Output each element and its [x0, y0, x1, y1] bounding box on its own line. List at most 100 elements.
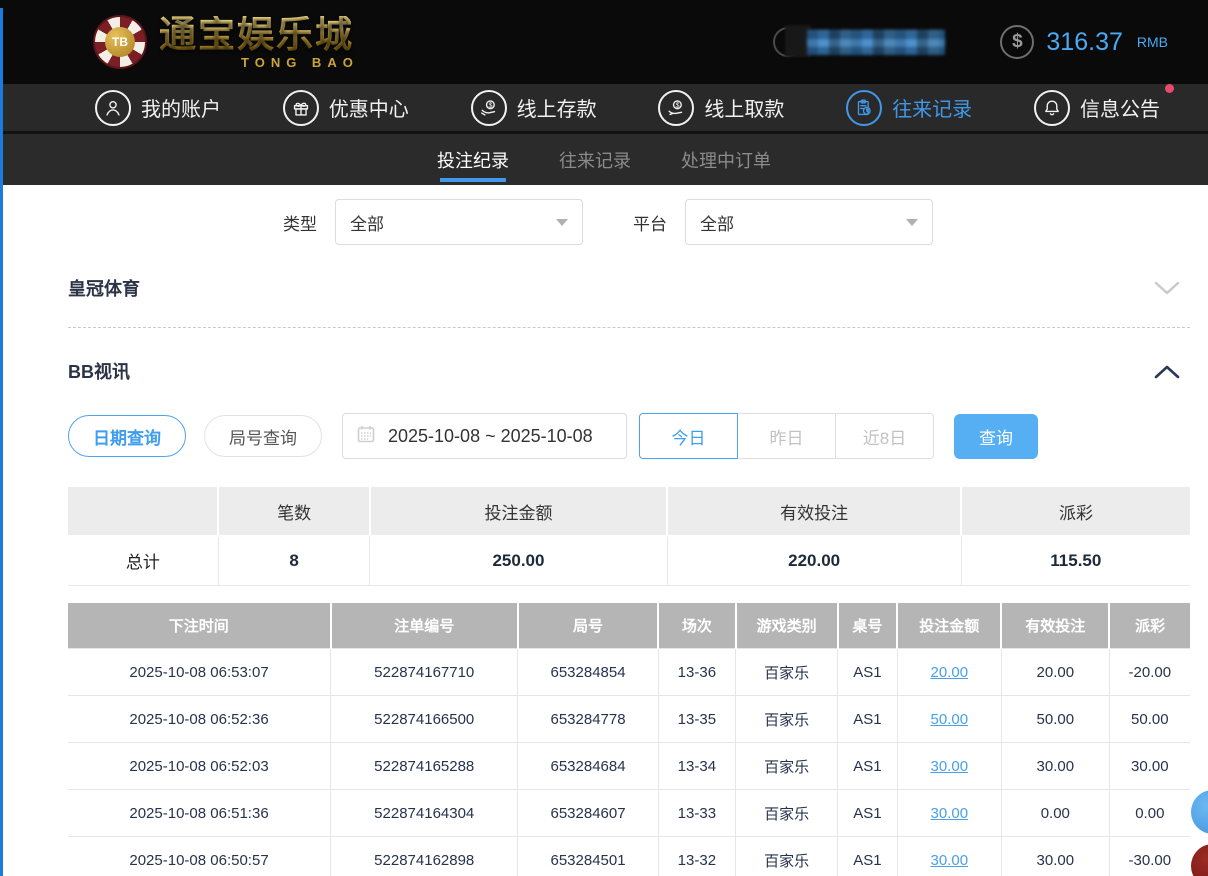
round-query-toggle[interactable]: 局号查询 [204, 415, 322, 457]
game-type-cell: 百家乐 [736, 649, 838, 696]
nav-label: 往来记录 [892, 93, 972, 122]
game-type-cell: 百家乐 [736, 696, 838, 743]
type-filter-label: 类型 [283, 210, 317, 235]
button-label: 今日 [672, 424, 706, 449]
wallet-balance: $ 316.37 RMB [1000, 25, 1168, 59]
records-icon [846, 90, 882, 126]
valid-bet-cell: 30.00 [1001, 743, 1109, 790]
col-bet-id: 注单编号 [331, 603, 518, 649]
balance-currency: RMB [1137, 34, 1168, 50]
subtab-label: 投注纪录 [437, 147, 509, 173]
col-table-no: 桌号 [838, 603, 897, 649]
dollar-icon: $ [1000, 25, 1034, 59]
round-cell: 653284501 [518, 837, 658, 876]
main-navigation: 我的账户 优惠中心 $ 线上存款 $ 线上取款 往来记录 信息公告 [0, 84, 1208, 134]
nav-announcements[interactable]: 信息公告 [1034, 90, 1160, 126]
bet-id-cell: 522874164304 [331, 790, 518, 837]
bet-time-cell: 2025-10-08 06:50:57 [68, 837, 331, 876]
round-cell: 653284684 [518, 743, 658, 790]
user-icon [95, 90, 131, 126]
section-divider [68, 327, 1190, 328]
button-label: 昨日 [770, 424, 804, 449]
table-header-row: 下注时间 注单编号 局号 场次 游戏类别 桌号 投注金额 有效投注 派彩 [68, 603, 1190, 649]
chip-badge: TB [105, 27, 135, 57]
balance-amount: 316.37 [1046, 28, 1122, 57]
valid-bet-cell: 20.00 [1001, 649, 1109, 696]
type-select[interactable]: 全部 [335, 199, 583, 245]
bet-amount-link[interactable]: 50.00 [931, 711, 969, 728]
pill-label: 局号查询 [229, 424, 297, 449]
table-row: 2025-10-08 06:53:07 522874167710 6532848… [68, 649, 1190, 696]
summary-valid-value: 220.00 [667, 536, 961, 585]
round-cell: 653284778 [518, 696, 658, 743]
yesterday-button[interactable]: 昨日 [737, 413, 836, 459]
summary-header-blank [68, 487, 218, 536]
brand-logo[interactable]: TB 通宝娱乐城 TONG BAO [93, 15, 359, 69]
session-cell: 13-35 [658, 696, 735, 743]
table-no-cell: AS1 [838, 743, 897, 790]
summary-header-valid: 有效投注 [667, 487, 961, 536]
bet-amount-link[interactable]: 20.00 [931, 664, 969, 681]
nav-promotions[interactable]: 优惠中心 [283, 90, 409, 126]
calendar-icon [356, 424, 376, 449]
top-header-bar: TB 通宝娱乐城 TONG BAO $ 316.37 RMB [0, 0, 1208, 84]
tab-transaction-records[interactable]: 往来记录 [557, 134, 633, 185]
bet-time-cell: 2025-10-08 06:52:36 [68, 696, 331, 743]
bet-time-cell: 2025-10-08 06:53:07 [68, 649, 331, 696]
svg-text:$: $ [676, 102, 680, 109]
last-8-days-button[interactable]: 近8日 [835, 413, 934, 459]
nav-my-account[interactable]: 我的账户 [95, 90, 221, 126]
col-round: 局号 [518, 603, 658, 649]
table-row: 2025-10-08 06:51:36 522874164304 6532846… [68, 790, 1190, 837]
nav-label: 线上取款 [704, 93, 784, 122]
summary-total-label: 总计 [68, 536, 218, 585]
username-redacted [807, 30, 945, 55]
subtab-label: 往来记录 [559, 147, 631, 173]
bet-amount-link[interactable]: 30.00 [931, 852, 969, 869]
nav-withdraw[interactable]: $ 线上取款 [658, 90, 784, 126]
payout-cell: -30.00 [1109, 837, 1190, 876]
tab-pending-orders[interactable]: 处理中订单 [679, 134, 773, 185]
bet-amount-link[interactable]: 30.00 [931, 758, 969, 775]
date-range-picker[interactable]: 2025-10-08 ~ 2025-10-08 [342, 413, 627, 459]
nav-deposit[interactable]: $ 线上存款 [471, 90, 597, 126]
type-select-value: 全部 [350, 210, 384, 235]
summary-table: 笔数 投注金额 有效投注 派彩 总计 8 250.00 220.00 115.5… [68, 487, 1190, 586]
date-query-toggle[interactable]: 日期查询 [68, 415, 186, 457]
filter-row: 类型 全部 平台 全部 [68, 199, 1190, 245]
section-crown-sports[interactable]: 皇冠体育 [68, 275, 1190, 301]
search-button[interactable]: 查询 [954, 414, 1038, 459]
nav-label: 线上存款 [517, 93, 597, 122]
chevron-down-icon[interactable] [1154, 281, 1180, 296]
subtab-label: 处理中订单 [681, 147, 771, 173]
record-subtabs: 投注纪录 往来记录 处理中订单 [0, 134, 1208, 185]
bet-amount-link[interactable]: 30.00 [931, 805, 969, 822]
tab-bet-records[interactable]: 投注纪录 [435, 134, 511, 185]
bet-time-cell: 2025-10-08 06:52:03 [68, 743, 331, 790]
section-bb-video[interactable]: BB视讯 [68, 358, 1190, 384]
user-account [773, 25, 945, 59]
valid-bet-cell: 50.00 [1001, 696, 1109, 743]
notification-dot [1165, 84, 1174, 93]
query-toolbar: 日期查询 局号查询 2025-10-08 ~ 2025-10-08 今日 昨日 … [68, 413, 1190, 459]
table-row: 2025-10-08 06:52:03 522874165288 6532846… [68, 743, 1190, 790]
today-button[interactable]: 今日 [639, 413, 738, 459]
summary-payout-value: 115.50 [961, 536, 1190, 585]
table-no-cell: AS1 [838, 837, 897, 876]
chevron-up-icon[interactable] [1154, 364, 1180, 379]
platform-select[interactable]: 全部 [685, 199, 933, 245]
game-type-cell: 百家乐 [736, 837, 838, 876]
platform-select-value: 全部 [700, 210, 734, 235]
col-valid-bet: 有效投注 [1001, 603, 1109, 649]
payout-cell: 30.00 [1109, 743, 1190, 790]
summary-header-row: 笔数 投注金额 有效投注 派彩 [68, 487, 1190, 536]
bet-id-cell: 522874167710 [331, 649, 518, 696]
col-bet-amount: 投注金额 [897, 603, 1001, 649]
nav-transaction-records[interactable]: 往来记录 [846, 90, 972, 126]
table-row: 2025-10-08 06:52:36 522874166500 6532847… [68, 696, 1190, 743]
valid-bet-cell: 0.00 [1001, 790, 1109, 837]
payout-cell: -20.00 [1109, 649, 1190, 696]
casino-chip-icon: TB [93, 15, 147, 69]
session-cell: 13-33 [658, 790, 735, 837]
session-cell: 13-34 [658, 743, 735, 790]
